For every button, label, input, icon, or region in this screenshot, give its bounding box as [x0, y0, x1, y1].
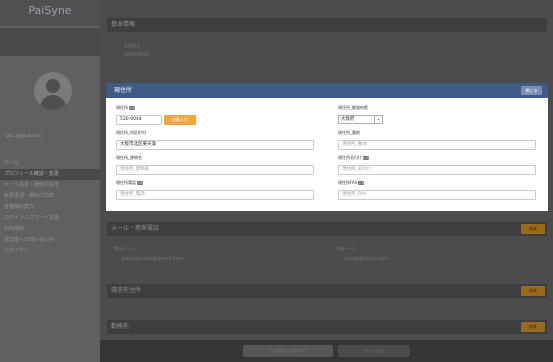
avatar-head-shape	[46, 79, 60, 93]
pc-mail-label: 登録メール	[114, 246, 134, 251]
edit-billing-button[interactable]: 編集	[521, 286, 545, 296]
save-button[interactable]: この内容で保存する	[243, 345, 333, 357]
required-badge: 必須	[137, 181, 144, 185]
sidebar-item-agreements[interactable]: 免責事項・規約の同意	[0, 191, 100, 202]
sidebar-item-profile[interactable]: プロフィール確認・変更	[0, 169, 100, 180]
street-label: 現住所_番地	[338, 130, 360, 136]
prefecture-value: 大阪府	[341, 117, 355, 122]
user-email: pai...@gmail.com	[6, 133, 41, 138]
member-no-value: 00000000	[124, 52, 150, 58]
sidebar-banner	[0, 28, 100, 56]
basic-info-header: 基本情報	[107, 18, 547, 32]
fax-label-row: 現住所FAX 必須	[338, 180, 364, 186]
cancel-button[interactable]: キャンセル	[338, 345, 410, 357]
phone-label: 現住所電話	[116, 180, 136, 185]
city-label: 現住所_市区町村	[116, 130, 146, 136]
billing-section-header: 請求先住所	[107, 284, 547, 298]
mobile-mail-label: 予備メール	[336, 246, 356, 251]
address-modal: 現住所 閉じる 現住所 必須 530-0044 自動入力 現住所_都道府県 大阪…	[106, 83, 548, 211]
avatar-body-shape	[40, 95, 66, 110]
mail-section-header: メール・携帯電話	[107, 222, 547, 236]
edit-work-button[interactable]: 編集	[521, 322, 545, 332]
street-label-text: 現住所_番地	[338, 130, 360, 135]
pc-mail-value: paisyne.dev@gmail.com	[122, 256, 184, 262]
sidebar-item-home[interactable]: ホーム	[0, 158, 100, 169]
fax-input[interactable]: 現住所_FAX	[338, 190, 536, 200]
city-input[interactable]: 大阪市北区東天満	[116, 140, 314, 150]
auto-fill-button[interactable]: 自動入力	[164, 115, 196, 125]
mobile-mail-value: sxpsg@xcjxy.com	[344, 256, 388, 262]
fax-label: 現住所FAX	[338, 180, 358, 185]
avatar	[34, 72, 72, 110]
app-root: PaiSyne pai...@gmail.com ホーム プロフィール確認・変更…	[0, 0, 553, 362]
sidebar-item-contact[interactable]: 運営者への問い合わせ	[0, 235, 100, 246]
sidebar-item-mail-settings[interactable]: メール設定・通知の設定	[0, 180, 100, 191]
required-badge: 必須	[129, 106, 136, 110]
postal-label-row: 現住所 必須	[116, 105, 135, 111]
edit-mail-button[interactable]: 編集	[521, 224, 545, 234]
care-of-label-row: 現住所気付け 必須	[338, 155, 369, 161]
footer-bar: この内容で保存する キャンセル	[100, 340, 553, 362]
prefecture-label: 現住所_都道府県	[338, 105, 368, 111]
sidebar: PaiSyne pai...@gmail.com ホーム プロフィール確認・変更…	[0, 0, 100, 362]
work-section-header: 勤務先	[107, 320, 547, 334]
sidebar-item-password[interactable]: ログインパスワード変更	[0, 213, 100, 224]
member-no-label: 会員番号	[124, 43, 140, 48]
phone-input[interactable]: 現住所_電話	[116, 190, 314, 200]
prefecture-label-text: 現住所_都道府県	[338, 105, 368, 110]
modal-title: 現住所	[114, 87, 133, 94]
building-label-text: 現住所_建物名	[116, 155, 142, 160]
prefecture-select[interactable]: 大阪府 ⌄	[338, 115, 383, 124]
chevron-down-icon: ⌄	[374, 116, 382, 123]
modal-header: 現住所 閉じる	[106, 83, 548, 98]
close-button[interactable]: 閉じる	[521, 86, 542, 95]
sidebar-nav: ホーム プロフィール確認・変更 メール設定・通知の設定 免責事項・規約の同意 各…	[0, 158, 100, 257]
sidebar-item-logout[interactable]: ログアウト	[0, 246, 100, 257]
building-input[interactable]: 現住所_建物名	[116, 165, 314, 175]
city-label-text: 現住所_市区町村	[116, 130, 146, 135]
brand-logo: PaiSyne	[0, 0, 100, 26]
street-input[interactable]: 現住所_番地	[338, 140, 536, 150]
building-label: 現住所_建物名	[116, 155, 142, 161]
required-badge: 必須	[363, 156, 370, 160]
sidebar-item-terms[interactable]: 利用規約	[0, 224, 100, 235]
phone-label-row: 現住所電話 必須	[116, 180, 143, 186]
care-of-label: 現住所気付け	[338, 155, 362, 160]
postal-label: 現住所	[116, 105, 128, 110]
care-of-input[interactable]: 現住所_気付け	[338, 165, 536, 175]
sidebar-item-cancellation[interactable]: 各種解約案内	[0, 202, 100, 213]
required-badge: 必須	[358, 181, 365, 185]
postal-code-input[interactable]: 530-0044	[116, 115, 162, 125]
